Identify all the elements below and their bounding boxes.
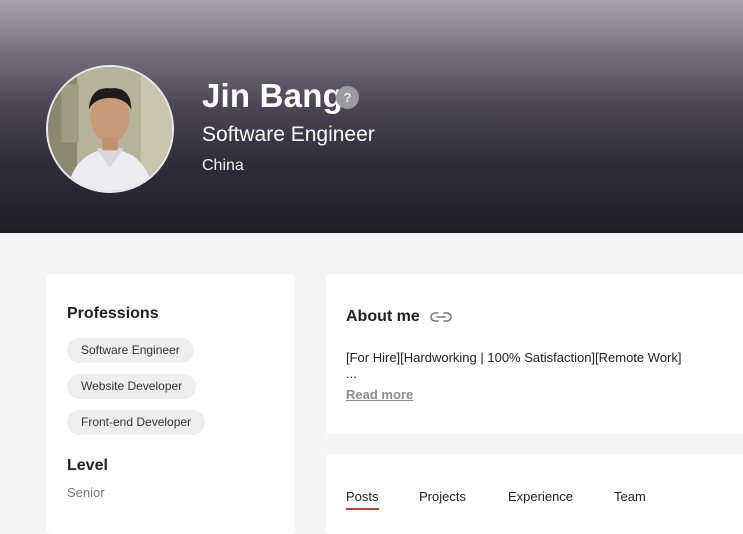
level-heading: Level — [67, 457, 108, 474]
active-tab-indicator — [346, 508, 379, 510]
about-ellipsis: ... — [346, 366, 357, 381]
profile-location: China — [202, 157, 244, 174]
tabs-card: Posts Projects Experience Team — [326, 454, 743, 534]
profile-photo-icon — [48, 67, 172, 191]
profession-chip[interactable]: Front-end Developer — [67, 410, 206, 435]
about-text: [For Hire][Hardworking | 100% Satisfacti… — [346, 350, 682, 365]
profile-header: Jin Bang ? Software Engineer China — [0, 0, 743, 233]
level-value: Senior — [67, 485, 105, 500]
about-heading: About me — [346, 308, 420, 325]
tab-team[interactable]: Team — [614, 489, 646, 504]
profession-chip[interactable]: Website Developer — [67, 374, 197, 399]
read-more-link[interactable]: Read more — [346, 387, 413, 402]
professions-heading: Professions — [67, 305, 159, 322]
tab-projects[interactable]: Projects — [419, 489, 466, 504]
tab-experience[interactable]: Experience — [508, 489, 573, 504]
avatar — [46, 65, 174, 193]
about-card: About me [For Hire][Hardworking | 100% S… — [326, 274, 743, 434]
tab-posts[interactable]: Posts — [346, 489, 379, 504]
profile-name: Jin Bang — [202, 77, 343, 114]
help-icon[interactable]: ? — [336, 86, 359, 109]
profile-title: Software Engineer — [202, 123, 375, 146]
professions-card: Professions Software Engineer Website De… — [47, 274, 295, 534]
profession-chip[interactable]: Software Engineer — [67, 338, 194, 363]
link-icon[interactable] — [429, 308, 453, 326]
